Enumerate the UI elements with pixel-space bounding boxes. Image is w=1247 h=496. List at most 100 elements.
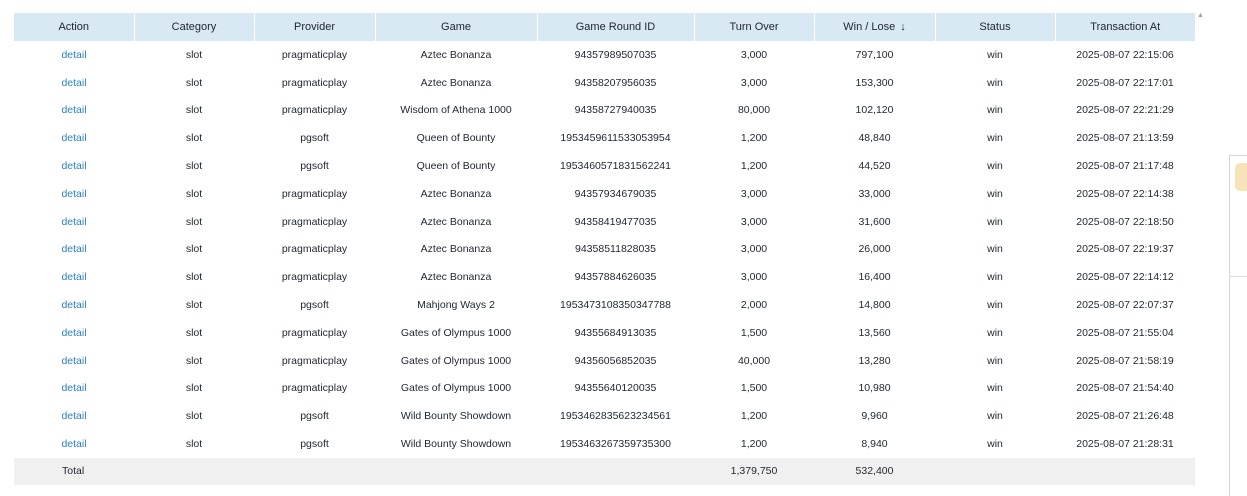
cell-category: slot (185, 160, 203, 173)
table-row: detail slot pragmaticplay Gates of Olympus … (14, 375, 1195, 403)
cell-turn-over: 80,000 (737, 104, 771, 117)
cell-game-round-id: 94358207956035 (574, 76, 657, 89)
cell-transaction-at: 2025-08-07 22:07:37 (1076, 299, 1174, 312)
cell-status: win (987, 354, 1003, 367)
detail-link[interactable]: detail (61, 243, 86, 255)
cell-provider: pgsoft (300, 438, 329, 451)
scroll-up-arrow-icon[interactable]: ▲ (1197, 12, 1204, 19)
table-row: detail slot pragmaticplay Aztec Bonanza 9435… (14, 41, 1195, 69)
cell-provider: pragmaticplay (281, 382, 348, 395)
cell-action: detail (14, 152, 134, 180)
cell-win-lose: 31,600 (858, 215, 891, 228)
cell-game: Aztec Bonanza (420, 76, 492, 89)
detail-link[interactable]: detail (61, 271, 86, 283)
total-empty-cell (537, 457, 694, 485)
cell-transaction-at: 2025-08-07 21:54:40 (1076, 382, 1174, 395)
cell-transaction-at: 2025-08-07 22:21:29 (1076, 104, 1174, 117)
cell-provider: pgsoft (300, 160, 329, 173)
cell-provider: pragmaticplay (281, 76, 348, 89)
detail-link[interactable]: detail (61, 216, 86, 228)
column-header-status[interactable]: Status (935, 13, 1056, 41)
cell-status: win (987, 187, 1003, 200)
cell-action: detail (14, 41, 134, 69)
cell-status: win (987, 243, 1003, 256)
cell-game-round-id: 94355684913035 (574, 326, 657, 339)
cell-transaction-at: 2025-08-07 22:14:12 (1076, 271, 1174, 284)
column-header-provider[interactable]: Provider (254, 13, 376, 41)
cell-action: detail (14, 180, 134, 208)
column-header-game-round-id[interactable]: Game Round ID (537, 13, 695, 41)
cell-action: detail (14, 430, 134, 458)
table-row: detail slot pgsoft Queen of Bounty 195345961… (14, 124, 1195, 152)
detail-link[interactable]: detail (61, 104, 86, 116)
cell-game-round-id: 1953462835623234561 (560, 410, 671, 423)
total-turnover: 1,379,750 (694, 457, 814, 485)
cell-category: slot (185, 410, 203, 423)
detail-link[interactable]: detail (61, 132, 86, 144)
cell-provider: pragmaticplay (281, 354, 348, 367)
sort-descending-icon[interactable]: ↓ (900, 21, 906, 33)
detail-link[interactable]: detail (61, 382, 86, 394)
detail-link[interactable]: detail (61, 77, 86, 89)
cell-transaction-at: 2025-08-07 22:15:06 (1076, 48, 1174, 61)
cell-action: detail (14, 208, 134, 236)
detail-link[interactable]: detail (61, 355, 86, 367)
cell-action: detail (14, 375, 134, 403)
cell-game: Gates of Olympus 1000 (400, 382, 512, 395)
side-panel-toggle[interactable] (1235, 163, 1247, 191)
cell-game-round-id: 1953459611533053954 (560, 132, 671, 145)
column-header-action[interactable]: Action (14, 13, 135, 41)
table-row: detail slot pragmaticplay Aztec Bonanza 9435… (14, 236, 1195, 264)
column-header-category[interactable]: Category (134, 13, 255, 41)
cell-game-round-id: 94357934679035 (574, 187, 657, 200)
cell-transaction-at: 2025-08-07 22:17:01 (1076, 76, 1174, 89)
detail-link[interactable]: detail (61, 438, 86, 450)
cell-status: win (987, 271, 1003, 284)
cell-game: Aztec Bonanza (420, 187, 492, 200)
cell-game-round-id: 94357884626035 (574, 271, 657, 284)
cell-action: detail (14, 291, 134, 319)
cell-provider: pragmaticplay (281, 271, 348, 284)
column-header-game[interactable]: Game (375, 13, 538, 41)
cell-status: win (987, 132, 1003, 145)
cell-win-lose: 44,520 (858, 160, 891, 173)
detail-link[interactable]: detail (61, 410, 86, 422)
cell-category: slot (185, 326, 203, 339)
cell-category: slot (185, 299, 203, 312)
cell-status: win (987, 410, 1003, 423)
cell-game-round-id: 1953473108350347788 (560, 299, 671, 312)
table-row: detail slot pragmaticplay Aztec Bonanza 9435… (14, 263, 1195, 291)
cell-transaction-at: 2025-08-07 22:14:38 (1076, 187, 1174, 200)
cell-status: win (987, 104, 1003, 117)
detail-link[interactable]: detail (61, 299, 86, 311)
cell-status: win (987, 160, 1003, 173)
table-header-row: Action Category Provider Game Game Round… (14, 13, 1195, 41)
side-panel (1229, 155, 1247, 496)
cell-turn-over: 1,500 (740, 326, 768, 339)
cell-win-lose: 102,120 (855, 104, 894, 117)
total-empty-cell (254, 457, 375, 485)
column-header-turn-over[interactable]: Turn Over (694, 13, 815, 41)
cell-game-round-id: 94358727940035 (574, 104, 657, 117)
detail-link[interactable]: detail (61, 188, 86, 200)
cell-status: win (987, 382, 1003, 395)
cell-status: win (987, 48, 1003, 61)
side-panel-divider (1229, 276, 1247, 277)
total-empty-cell (134, 457, 254, 485)
cell-category: slot (185, 48, 203, 61)
cell-status: win (987, 299, 1003, 312)
cell-game: Queen of Bounty (416, 160, 496, 173)
cell-category: slot (185, 438, 203, 451)
column-header-transaction-at[interactable]: Transaction At (1055, 13, 1195, 41)
detail-link[interactable]: detail (61, 327, 86, 339)
cell-win-lose: 13,560 (858, 326, 891, 339)
total-empty-cell (375, 457, 537, 485)
cell-game: Wisdom of Athena 1000 (400, 104, 512, 117)
cell-game: Wild Bounty Showdown (400, 410, 512, 423)
detail-link[interactable]: detail (61, 49, 86, 61)
column-header-win-lose[interactable]: Win / Lose ↓ (814, 13, 936, 41)
cell-category: slot (185, 354, 203, 367)
cell-provider: pragmaticplay (281, 326, 348, 339)
detail-link[interactable]: detail (61, 160, 86, 172)
table-row: detail slot pragmaticplay Aztec Bonanza 9435… (14, 208, 1195, 236)
